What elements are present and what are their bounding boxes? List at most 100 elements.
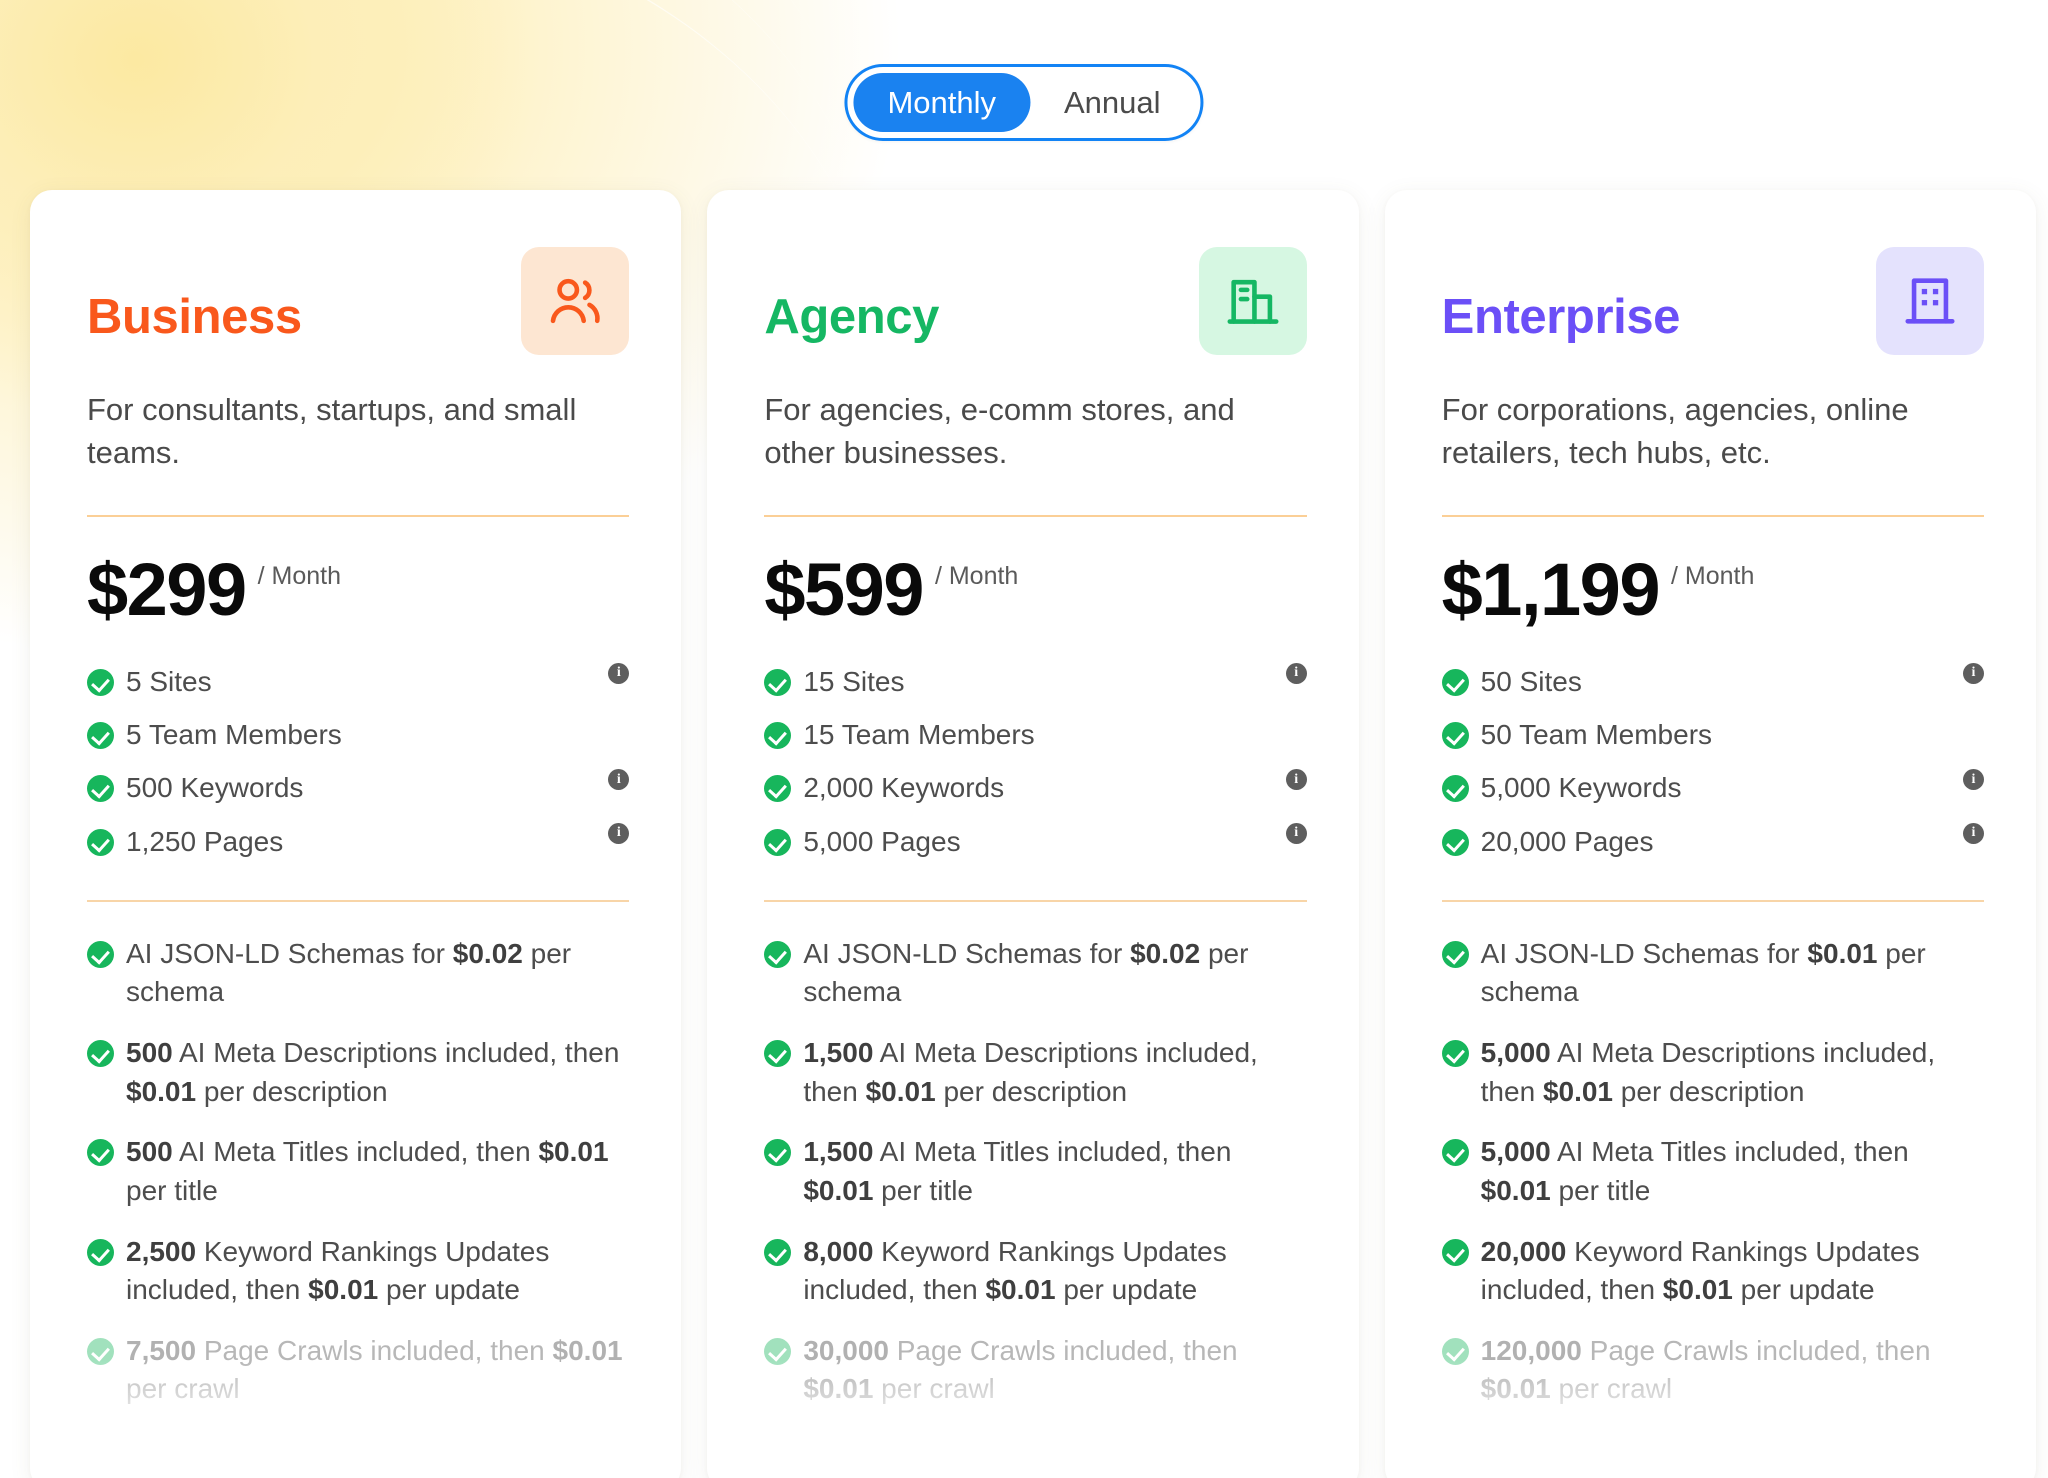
plan-feature-item: AI JSON-LD Schemas for $0.02 per schema [764, 935, 1306, 1012]
plan-price: $599 [764, 555, 923, 625]
check-icon [87, 722, 114, 749]
corporate-building-icon [1876, 247, 1984, 355]
check-icon [1442, 1338, 1469, 1365]
plan-limits-list: 15 Sites i 15 Team Members 2,000 Keywords… [764, 663, 1306, 860]
users-icon [521, 247, 629, 355]
plan-limit-label: 500 Keywords [126, 769, 588, 806]
plan-price-row: $1,199 / Month [1442, 555, 1984, 625]
check-icon [87, 829, 114, 856]
check-icon [1442, 669, 1469, 696]
plan-limit-label: 5 Sites [126, 663, 588, 700]
check-icon [764, 669, 791, 696]
check-icon [1442, 1239, 1469, 1266]
check-icon [764, 775, 791, 802]
plan-feature-text: AI JSON-LD Schemas for $0.02 per schema [126, 935, 629, 1012]
plan-description: For corporations, agencies, online retai… [1442, 389, 1984, 475]
plan-price-period: / Month [935, 555, 1018, 591]
check-icon [87, 1338, 114, 1365]
plan-limit-item: 5 Team Members [87, 716, 629, 753]
check-icon [764, 1139, 791, 1166]
plan-feature-item: 20,000 Keyword Rankings Updates included… [1442, 1233, 1984, 1310]
plan-limit-item: 500 Keywords i [87, 769, 629, 806]
plan-feature-item: 5,000 AI Meta Titles included, then $0.0… [1442, 1133, 1984, 1210]
card-divider-mid [87, 900, 629, 902]
plan-price-period: / Month [258, 555, 341, 591]
plan-feature-text: 8,000 Keyword Rankings Updates included,… [803, 1233, 1306, 1310]
check-icon [1442, 1040, 1469, 1067]
plan-limit-item: 50 Team Members [1442, 716, 1984, 753]
card-divider-top [1442, 515, 1984, 517]
check-icon [764, 1040, 791, 1067]
plan-feature-text: 20,000 Keyword Rankings Updates included… [1481, 1233, 1984, 1310]
plan-limit-label: 5 Team Members [126, 716, 629, 753]
plan-limit-label: 50 Team Members [1481, 716, 1984, 753]
billing-toggle-monthly[interactable]: Monthly [853, 73, 1030, 132]
check-icon [87, 1239, 114, 1266]
check-icon [764, 829, 791, 856]
info-icon[interactable]: i [1286, 769, 1307, 790]
plan-limit-item: 20,000 Pagesi [1442, 823, 1984, 860]
card-divider-mid [764, 900, 1306, 902]
plan-feature-item: 5,000 AI Meta Descriptions included, the… [1442, 1034, 1984, 1111]
plan-name: Agency [764, 247, 939, 342]
plan-limit-item: 1,250 Pages i [87, 823, 629, 860]
plan-feature-text: 7,500 Page Crawls included, then $0.01 p… [126, 1332, 629, 1409]
pricing-card-enterprise: Enterprise For corporations, agencies, o… [1385, 190, 2036, 1478]
pricing-cards-row: Business For consultants, startups, and … [30, 190, 2036, 1478]
plan-limit-item: 15 Sites i [764, 663, 1306, 700]
check-icon [1442, 722, 1469, 749]
info-icon[interactable]: i [1963, 769, 1984, 790]
plan-limits-list: 5 Sites i 5 Team Members 500 Keywords i 1,… [87, 663, 629, 860]
info-icon[interactable]: i [1963, 823, 1984, 844]
plan-limit-item: 2,000 Keywordsi [764, 769, 1306, 806]
plan-feature-item: 8,000 Keyword Rankings Updates included,… [764, 1233, 1306, 1310]
card-header: Business [87, 247, 629, 355]
plan-name: Enterprise [1442, 247, 1680, 342]
check-icon [87, 941, 114, 968]
plan-limit-label: 50 Sites [1481, 663, 1943, 700]
info-icon[interactable]: i [1963, 663, 1984, 684]
plan-limit-label: 5,000 Keywords [1481, 769, 1943, 806]
plan-feature-item: AI JSON-LD Schemas for $0.01 per schema [1442, 935, 1984, 1012]
check-icon [1442, 941, 1469, 968]
plan-limit-item: 15 Team Members [764, 716, 1306, 753]
billing-period-toggle[interactable]: Monthly Annual [844, 64, 1203, 141]
plan-limit-label: 15 Sites [803, 663, 1265, 700]
plan-limit-label: 5,000 Pages [803, 823, 1265, 860]
plan-features-list: AI JSON-LD Schemas for $0.02 per schema … [87, 935, 629, 1409]
plan-price: $299 [87, 555, 246, 625]
pricing-card-agency: Agency For agencies, e-comm stores, and … [707, 190, 1358, 1478]
card-divider-mid [1442, 900, 1984, 902]
billing-toggle-annual[interactable]: Annual [1030, 73, 1195, 132]
info-icon[interactable]: i [608, 663, 629, 684]
plan-name: Business [87, 247, 302, 342]
check-icon [764, 1338, 791, 1365]
info-icon[interactable]: i [1286, 823, 1307, 844]
plan-feature-text: 120,000 Page Crawls included, then $0.01… [1481, 1332, 1984, 1409]
info-icon[interactable]: i [608, 823, 629, 844]
plan-features-list: AI JSON-LD Schemas for $0.02 per schema … [764, 935, 1306, 1409]
plan-price: $1,199 [1442, 555, 1659, 625]
plan-feature-text: 2,500 Keyword Rankings Updates included,… [126, 1233, 629, 1310]
plan-feature-item: 1,500 AI Meta Titles included, then $0.0… [764, 1133, 1306, 1210]
plan-feature-text: 5,000 AI Meta Titles included, then $0.0… [1481, 1133, 1984, 1210]
plan-feature-item: 500 AI Meta Titles included, then $0.01 … [87, 1133, 629, 1210]
card-divider-top [87, 515, 629, 517]
plan-feature-text: 30,000 Page Crawls included, then $0.01 … [803, 1332, 1306, 1409]
plan-limit-item: 50 Sites i [1442, 663, 1984, 700]
info-icon[interactable]: i [608, 769, 629, 790]
plan-price-row: $599 / Month [764, 555, 1306, 625]
plan-feature-text: 1,500 AI Meta Titles included, then $0.0… [803, 1133, 1306, 1210]
plan-price-row: $299 / Month [87, 555, 629, 625]
card-header: Enterprise [1442, 247, 1984, 355]
check-icon [1442, 775, 1469, 802]
plan-feature-item: 7,500 Page Crawls included, then $0.01 p… [87, 1332, 629, 1409]
plan-feature-item: AI JSON-LD Schemas for $0.02 per schema [87, 935, 629, 1012]
plan-feature-text: 5,000 AI Meta Descriptions included, the… [1481, 1034, 1984, 1111]
plan-feature-text: 1,500 AI Meta Descriptions included, the… [803, 1034, 1306, 1111]
plan-limit-label: 1,250 Pages [126, 823, 588, 860]
info-icon[interactable]: i [1286, 663, 1307, 684]
plan-description: For agencies, e-comm stores, and other b… [764, 389, 1306, 475]
plan-feature-item: 2,500 Keyword Rankings Updates included,… [87, 1233, 629, 1310]
plan-feature-item: 500 AI Meta Descriptions included, then … [87, 1034, 629, 1111]
